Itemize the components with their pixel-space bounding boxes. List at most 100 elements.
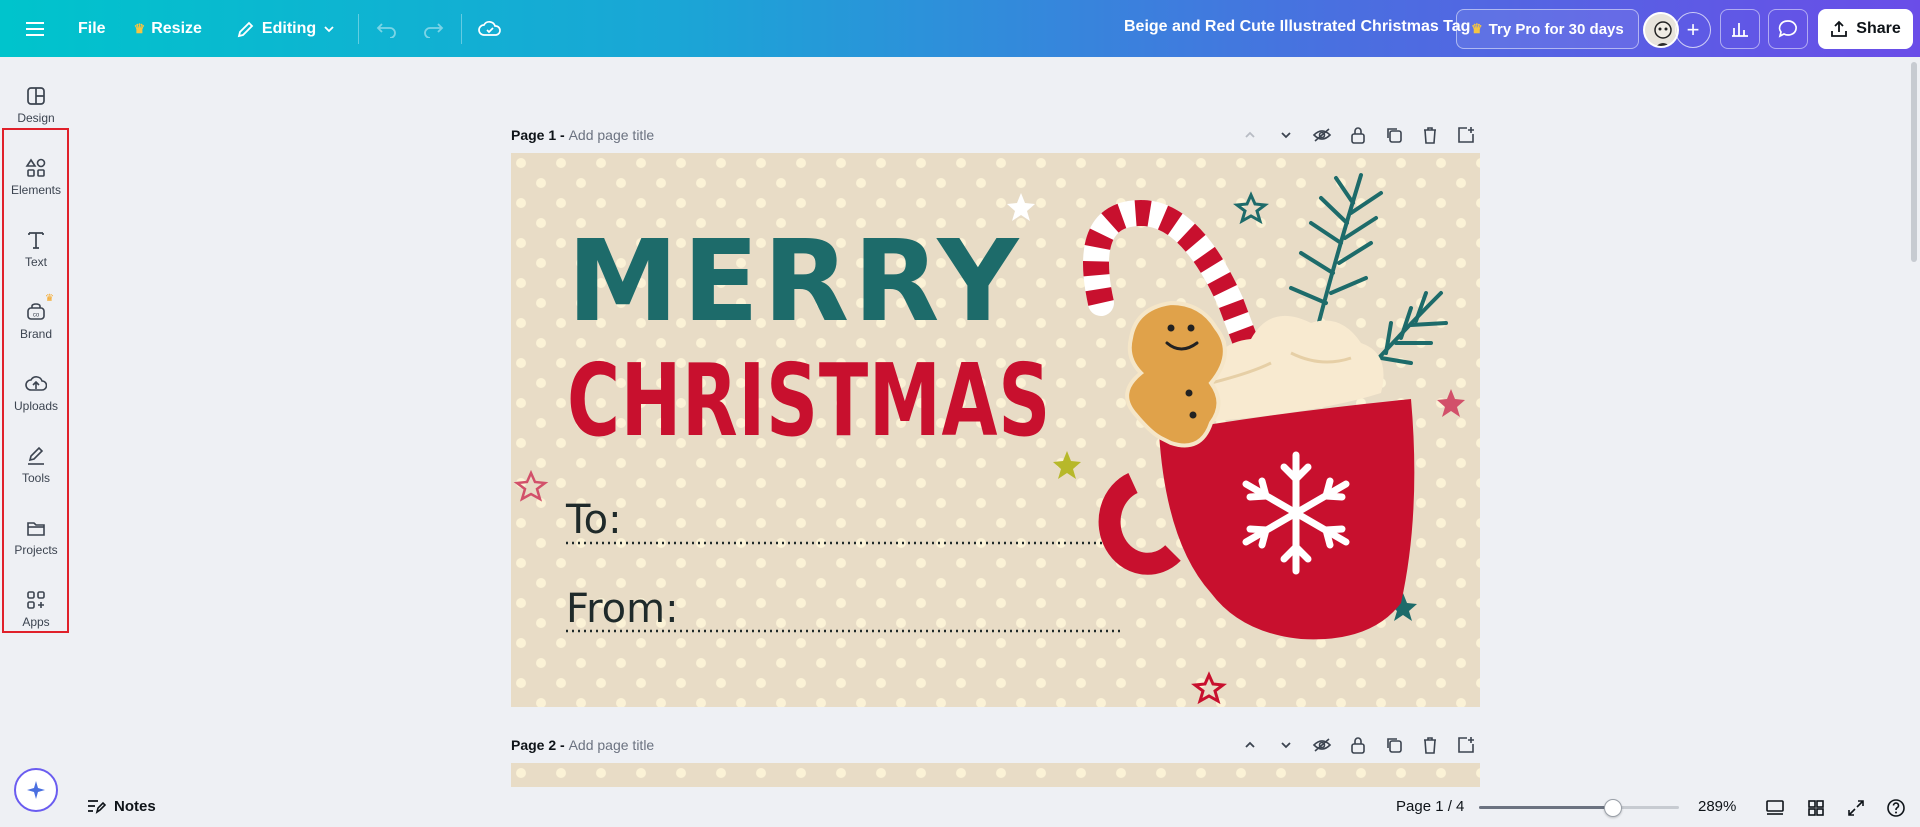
magic-assistant-button[interactable] (14, 768, 58, 812)
file-menu-button[interactable]: File (68, 9, 116, 49)
help-button[interactable] (1884, 796, 1908, 820)
sidebar-item-uploads[interactable]: Uploads (0, 357, 72, 429)
try-pro-label: Try Pro for 30 days (1488, 20, 1624, 38)
sidebar-item-brand[interactable]: ♛ co Brand (0, 285, 72, 357)
sidebar-item-text[interactable]: Text (0, 213, 72, 285)
document-title[interactable]: Beige and Red Cute Illustrated Christmas… (1124, 18, 1470, 36)
toolbar-divider (461, 13, 463, 44)
lock-icon (1351, 127, 1365, 144)
grid-view-button[interactable] (1804, 796, 1828, 820)
eye-off-icon (1312, 738, 1332, 752)
comment-icon (1778, 20, 1797, 38)
sidebar-item-label: Tools (21, 471, 50, 485)
from-label: From: (566, 586, 679, 632)
zoom-slider-handle[interactable] (1604, 799, 1622, 817)
avatar-image (1645, 14, 1677, 46)
editing-mode-button[interactable]: Editing (226, 9, 346, 49)
layout-icon (27, 87, 45, 105)
expand-icon (1848, 800, 1864, 816)
cloud-save-button[interactable] (470, 9, 510, 49)
left-sidebar: Design Elements Text ♛ co Brand Uploads … (0, 57, 72, 827)
text-icon (28, 232, 44, 249)
shapes-icon (25, 158, 46, 177)
zoom-level[interactable]: 289% (1698, 798, 1736, 815)
sidebar-item-tools[interactable]: Tools (0, 429, 72, 501)
add-page-icon (1458, 127, 1474, 143)
eye-off-icon (1312, 128, 1332, 142)
page-view-button[interactable] (1763, 796, 1787, 820)
hide-page-button[interactable] (1310, 733, 1334, 757)
chevron-down-icon (324, 25, 334, 32)
gingerbread-man-illustration (1125, 300, 1227, 448)
christmas-tag-design: MERRY CHRISTMAS To: From: (511, 153, 1480, 707)
chevron-down-icon (1281, 742, 1291, 749)
user-avatar[interactable] (1643, 12, 1679, 48)
page-2-canvas[interactable] (511, 763, 1480, 787)
move-page-up-button[interactable] (1238, 733, 1262, 757)
undo-button[interactable] (367, 9, 407, 49)
trash-icon (1424, 127, 1436, 144)
resize-button[interactable]: ♛ Resize (124, 9, 212, 49)
zoom-slider[interactable] (1479, 806, 1679, 809)
page-2-tools (1238, 733, 1478, 757)
add-page-button[interactable] (1454, 733, 1478, 757)
hamburger-menu-button[interactable] (16, 9, 56, 49)
lock-page-button[interactable] (1346, 733, 1370, 757)
fullscreen-button[interactable] (1844, 796, 1868, 820)
cloud-upload-icon (25, 376, 47, 391)
pages-view-icon (1766, 800, 1784, 815)
pencil-icon (237, 21, 254, 37)
sidebar-item-design[interactable]: Design (0, 69, 72, 141)
notes-button[interactable]: Notes (86, 797, 156, 815)
comments-button[interactable] (1768, 9, 1808, 49)
hide-page-button[interactable] (1310, 123, 1334, 147)
page-2-title-placeholder[interactable]: Add page title (569, 737, 655, 753)
add-page-icon (1458, 737, 1474, 753)
delete-page-button[interactable] (1418, 733, 1442, 757)
insights-button[interactable] (1720, 9, 1760, 49)
duplicate-page-button[interactable] (1382, 123, 1406, 147)
crown-icon: ♛ (45, 293, 54, 304)
to-label: To: (565, 497, 622, 543)
move-page-up-button[interactable] (1238, 123, 1262, 147)
svg-text:co: co (33, 313, 40, 319)
zoom-slider-fill (1479, 806, 1613, 809)
duplicate-page-button[interactable] (1382, 733, 1406, 757)
page-count-indicator[interactable]: Page 1 / 4 (1396, 798, 1464, 815)
sparkle-icon (27, 781, 45, 799)
chevron-up-icon (1245, 741, 1255, 748)
vertical-scrollbar[interactable] (1911, 62, 1917, 262)
duplicate-icon (1387, 128, 1402, 143)
sidebar-item-label: Uploads (13, 399, 59, 413)
sidebar-item-projects[interactable]: Projects (0, 501, 72, 573)
notes-label: Notes (114, 797, 156, 815)
page-2-label[interactable]: Page 2 - Add page title (511, 737, 654, 753)
sidebar-item-label: Design (17, 111, 55, 125)
folder-icon (27, 522, 45, 536)
delete-page-button[interactable] (1418, 123, 1442, 147)
pen-icon (28, 446, 44, 465)
page-1-title-placeholder[interactable]: Add page title (569, 127, 655, 143)
invite-collaborator-button[interactable]: + (1675, 12, 1711, 48)
sidebar-item-label: Projects (14, 543, 58, 557)
sidebar-item-apps[interactable]: Apps (0, 573, 72, 645)
sidebar-item-elements[interactable]: Elements (0, 141, 72, 213)
resize-label: Resize (151, 19, 202, 37)
redo-button[interactable] (413, 9, 453, 49)
move-page-down-button[interactable] (1274, 123, 1298, 147)
plus-icon: + (1686, 17, 1700, 42)
bar-chart-icon (1732, 23, 1748, 37)
add-page-button[interactable] (1454, 123, 1478, 147)
sidebar-item-label: Apps (22, 615, 50, 629)
crown-icon: ♛ (133, 20, 146, 36)
page-1-number: Page 1 - (511, 127, 565, 143)
try-pro-button[interactable]: ♛ Try Pro for 30 days (1456, 9, 1639, 49)
move-page-down-button[interactable] (1274, 733, 1298, 757)
sidebar-item-label: Elements (10, 183, 62, 197)
christmas-heading: CHRISTMAS (567, 342, 1051, 459)
page-1-tools (1238, 123, 1478, 147)
lock-page-button[interactable] (1346, 123, 1370, 147)
page-1-label[interactable]: Page 1 - Add page title (511, 127, 654, 143)
page-1-canvas[interactable]: MERRY CHRISTMAS To: From: (511, 153, 1480, 707)
share-button[interactable]: Share (1818, 9, 1913, 49)
